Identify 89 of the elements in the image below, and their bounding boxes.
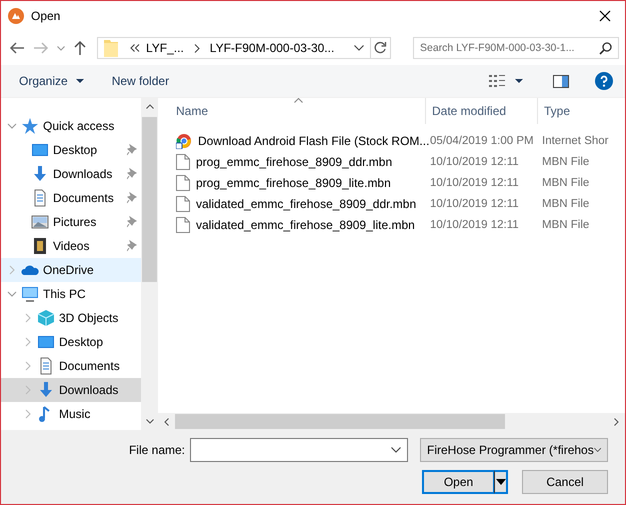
cube-icon bbox=[37, 309, 55, 327]
chevron-right-icon bbox=[194, 44, 200, 52]
date-cell-text: 10/10/2019 12:11 bbox=[429, 218, 520, 230]
file-icon bbox=[176, 216, 190, 232]
file-icon bbox=[176, 154, 190, 170]
file-icon bbox=[176, 196, 190, 212]
cancel-button[interactable]: Cancel bbox=[522, 470, 608, 494]
download-arrow-icon bbox=[37, 381, 55, 399]
desktop-icon bbox=[37, 333, 55, 351]
nav-item[interactable]: Pictures bbox=[1, 210, 141, 234]
caret-icon[interactable] bbox=[515, 79, 523, 83]
nav-item[interactable]: Desktop bbox=[1, 138, 141, 162]
scroll-down-icon[interactable] bbox=[146, 419, 154, 424]
type-cell-text: MBN File bbox=[541, 176, 590, 188]
field-label: File name: bbox=[128, 443, 185, 457]
nav-item[interactable]: Quick access bbox=[1, 114, 141, 138]
file-name[interactable]: validated_emmc_firehose_8909_lite.mbn bbox=[196, 218, 415, 232]
file-name[interactable]: Download Android Flash File (Stock ROM... bbox=[198, 134, 430, 148]
download-arrow-icon bbox=[31, 165, 49, 183]
column-header[interactable]: Name bbox=[158, 98, 426, 124]
dropdown-icon[interactable] bbox=[391, 447, 401, 453]
chevron-down-icon[interactable] bbox=[57, 46, 65, 50]
breadcrumb[interactable]: LYF-F90M-000-03-30... bbox=[210, 41, 334, 55]
address-bar[interactable]: LYF_... LYF-F90M-000-03-30... bbox=[97, 37, 371, 59]
type-cell-text: MBN File bbox=[541, 198, 590, 210]
file-name-field[interactable] bbox=[190, 438, 408, 462]
view-list-icon[interactable] bbox=[489, 74, 505, 88]
date-cell-text: 10/10/2019 12:11 bbox=[429, 156, 520, 168]
type-cell-text: MBN File bbox=[541, 218, 590, 230]
caret-icon bbox=[76, 79, 84, 83]
column-header[interactable]: Date modified bbox=[426, 98, 538, 124]
file-name[interactable]: prog_emmc_firehose_8909_lite.mbn bbox=[196, 176, 391, 190]
file-name[interactable]: validated_emmc_firehose_8909_ddr.mbn bbox=[196, 196, 416, 210]
expanded-chevron-icon[interactable] bbox=[7, 289, 17, 299]
dropdown-button[interactable] bbox=[494, 470, 508, 494]
horizontal-scrollbar[interactable] bbox=[158, 413, 625, 430]
dropdown-icon[interactable] bbox=[354, 45, 364, 51]
nav-item[interactable]: Music bbox=[1, 402, 141, 426]
browser-shortcut-icon bbox=[176, 132, 192, 148]
type-cell-text: MBN File bbox=[541, 156, 590, 168]
film-icon bbox=[31, 237, 49, 255]
nav-item[interactable]: Desktop bbox=[1, 330, 141, 354]
scroll-right-icon[interactable] bbox=[614, 418, 619, 426]
search-field[interactable]: Search LYF-F90M-000-03-30-1... bbox=[413, 37, 619, 59]
nav-item[interactable]: Videos bbox=[1, 234, 141, 258]
file-type-dropdown[interactable]: FireHose Programmer (*firehos bbox=[420, 438, 608, 462]
expanded-chevron-icon[interactable] bbox=[7, 121, 17, 131]
nav-item[interactable]: OneDrive bbox=[1, 258, 141, 282]
file-icon bbox=[176, 174, 190, 190]
refresh-icon bbox=[373, 41, 388, 55]
scroll-left-icon[interactable] bbox=[164, 418, 169, 426]
nav-item[interactable]: Downloads bbox=[1, 162, 141, 186]
window-title: Open bbox=[31, 9, 60, 23]
refresh-button[interactable] bbox=[370, 37, 391, 59]
nav-item[interactable]: Documents bbox=[1, 354, 141, 378]
nav-item[interactable]: Documents bbox=[1, 186, 141, 210]
type-cell-text: Internet Shor bbox=[541, 134, 610, 146]
nav-item[interactable]: This PC bbox=[1, 282, 141, 306]
preview-pane-icon[interactable] bbox=[553, 74, 569, 88]
nav-item[interactable]: 3D Objects bbox=[1, 306, 141, 330]
date-cell-text: 10/10/2019 12:11 bbox=[429, 176, 520, 188]
up-arrow-icon[interactable] bbox=[73, 40, 87, 56]
monitor-icon bbox=[21, 285, 39, 303]
new-folder-button[interactable]: New folder bbox=[106, 70, 176, 92]
caret-icon bbox=[496, 479, 506, 485]
forward-icon bbox=[33, 41, 49, 55]
dropdown-icon bbox=[594, 447, 601, 453]
app-icon bbox=[8, 8, 24, 24]
nav-item[interactable]: Downloads bbox=[1, 378, 141, 402]
close-icon bbox=[599, 10, 611, 22]
file-name[interactable]: prog_emmc_firehose_8909_ddr.mbn bbox=[196, 154, 392, 168]
date-cell-text: 05/04/2019 1:00 PM bbox=[429, 134, 535, 146]
organize-button[interactable]: Organize bbox=[13, 70, 90, 92]
search-icon bbox=[599, 42, 612, 55]
scroll-up-icon[interactable] bbox=[146, 104, 154, 109]
folder-icon bbox=[104, 39, 118, 57]
column-header[interactable]: Type bbox=[538, 98, 625, 124]
desktop-icon bbox=[31, 141, 49, 159]
picture-icon bbox=[31, 213, 49, 231]
breadcrumb[interactable]: LYF_... bbox=[146, 41, 184, 55]
star-icon bbox=[21, 117, 39, 135]
scrollbar-thumb[interactable] bbox=[142, 117, 157, 282]
open-button[interactable]: Open bbox=[422, 470, 494, 494]
help-icon[interactable] bbox=[595, 72, 613, 90]
back-icon[interactable] bbox=[9, 41, 25, 55]
vertical-scrollbar[interactable] bbox=[141, 98, 158, 430]
date-cell-text: 10/10/2019 12:11 bbox=[429, 198, 520, 210]
scrollbar-thumb[interactable] bbox=[175, 414, 505, 429]
double-chevron-icon bbox=[130, 44, 140, 52]
